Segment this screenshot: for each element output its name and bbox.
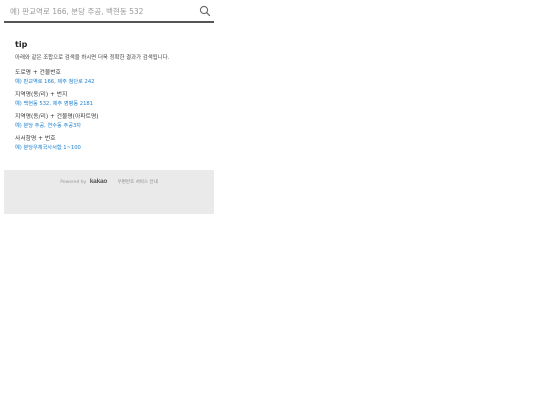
tip-item-label: 지역명(동/리) + 번지 bbox=[15, 92, 68, 98]
tip-item-road-name: 도로명 + 건물번호 예) 판교역로 166, 제주 첨단로 242 bbox=[15, 69, 210, 86]
tip-item-label: 사서함명 + 번호 bbox=[15, 136, 56, 142]
powered-by-text: Powered by bbox=[60, 180, 87, 185]
tip-item-example: 예) 분당 주공, 연수동 주공3차 bbox=[15, 123, 82, 129]
tip-item-label: 도로명 + 건물번호 bbox=[15, 70, 61, 76]
search-icon[interactable] bbox=[198, 4, 212, 18]
address-search-input[interactable] bbox=[10, 3, 190, 19]
search-bar bbox=[4, 0, 214, 23]
tip-item-label: 지역명(동/리) + 건물명(아파트명) bbox=[15, 114, 99, 120]
tip-section: tip 아래와 같은 조합으로 검색을 하시면 더욱 정확한 결과가 검색됩니다… bbox=[15, 40, 210, 157]
tip-item-example: 예) 백현동 532, 제주 영평동 2181 bbox=[15, 101, 93, 107]
tip-title: tip bbox=[15, 40, 28, 49]
tip-item-example: 예) 분당우체국사서함 1~100 bbox=[15, 145, 81, 151]
tip-item-lot-number: 지역명(동/리) + 번지 예) 백현동 532, 제주 영평동 2181 bbox=[15, 91, 210, 108]
tip-item-example: 예) 판교역로 166, 제주 첨단로 242 bbox=[15, 79, 95, 85]
tip-item-po-box: 사서함명 + 번호 예) 분당우체국사서함 1~100 bbox=[15, 135, 210, 152]
footer-credits: Powered by kakao 우편번호 서비스 안내 bbox=[4, 178, 214, 187]
footer: Powered by kakao 우편번호 서비스 안내 bbox=[4, 170, 214, 214]
tip-description: 아래와 같은 조합으로 검색을 하시면 더욱 정확한 결과가 검색됩니다. bbox=[15, 55, 170, 61]
postcode-search-widget: tip 아래와 같은 조합으로 검색을 하시면 더욱 정확한 결과가 검색됩니다… bbox=[4, 0, 214, 214]
postcode-service-guide-link[interactable]: 우편번호 서비스 안내 bbox=[118, 180, 158, 185]
kakao-logo[interactable]: kakao bbox=[90, 178, 108, 185]
tip-item-building-name: 지역명(동/리) + 건물명(아파트명) 예) 분당 주공, 연수동 주공3차 bbox=[15, 113, 210, 130]
